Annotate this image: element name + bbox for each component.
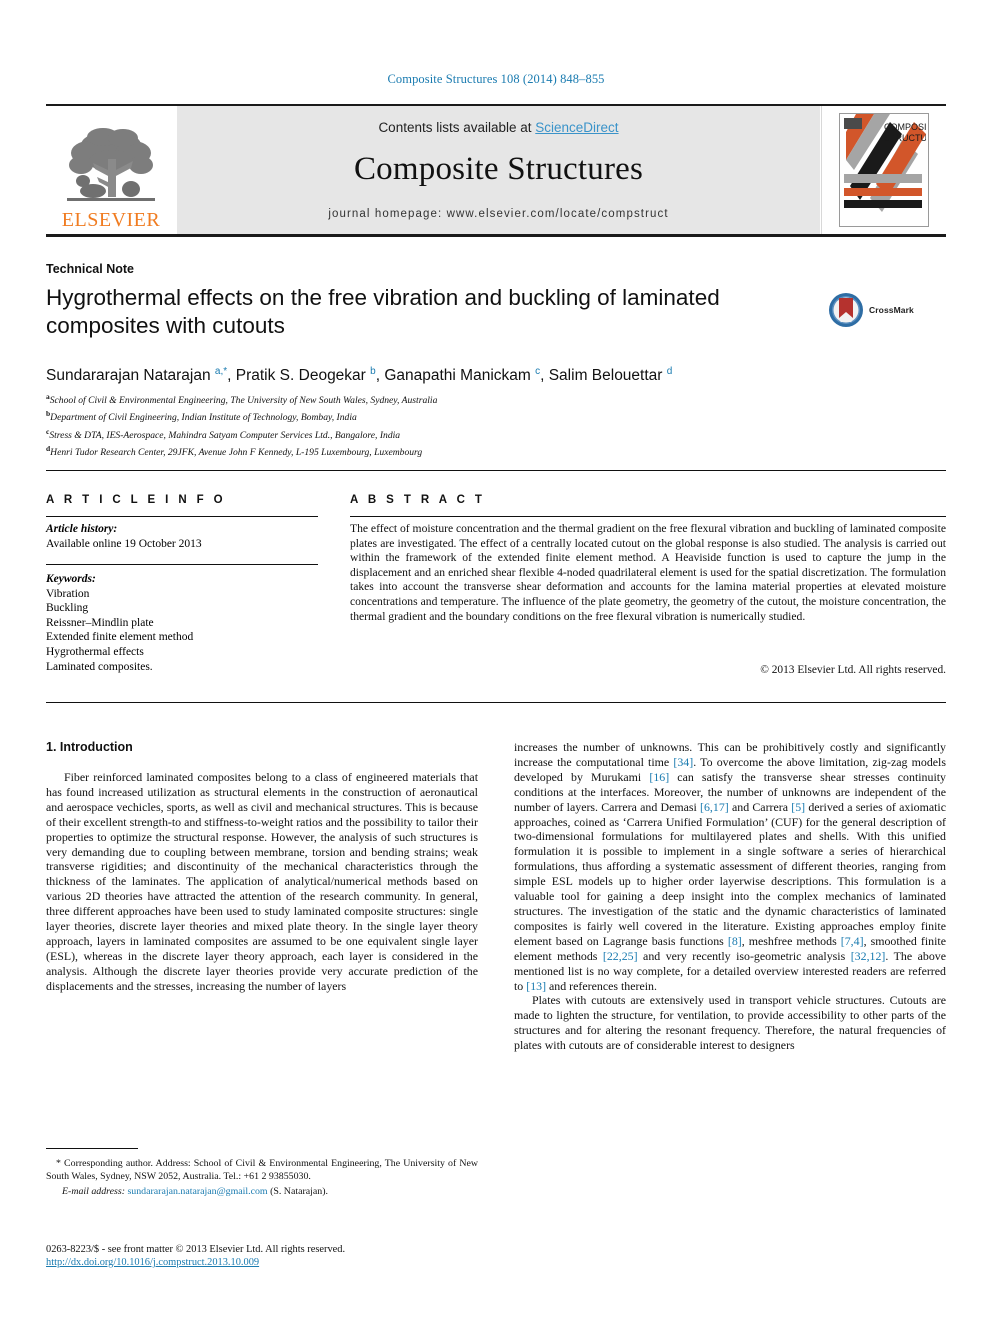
imprint-block: 0263-8223/$ - see front matter © 2013 El…: [46, 1243, 506, 1269]
journal-homepage[interactable]: journal homepage: www.elsevier.com/locat…: [328, 208, 668, 220]
contents-prefix: Contents lists available at: [378, 120, 536, 135]
journal-title: Composite Structures: [353, 151, 644, 187]
body-text-run: and references therein.: [546, 978, 657, 993]
keywords-label: Keywords:: [46, 573, 96, 585]
info-section-top-rule: [46, 470, 946, 471]
keywords-block: Keywords: Vibration Buckling Reissner–Mi…: [46, 572, 326, 674]
elsevier-tree-icon: [67, 128, 155, 201]
article-history: Article history: Available online 19 Oct…: [46, 522, 326, 551]
cover-geometry-icon: COMPOSITE STRUCTURES: [840, 114, 928, 224]
sciencedirect-link[interactable]: ScienceDirect: [535, 120, 618, 135]
affiliation-item: bDepartment of Civil Engineering, Indian…: [46, 407, 926, 424]
email-note: E-mail address: sundararajan.natarajan@g…: [46, 1186, 478, 1199]
body-text-run: and very recently iso-geometric analysis: [637, 948, 851, 963]
crossmark-badge[interactable]: CrossMark: [828, 288, 946, 332]
citation-link[interactable]: [16]: [649, 770, 669, 784]
footnote-block: * Corresponding author. Address: School …: [46, 1158, 478, 1199]
citation-link[interactable]: [8]: [728, 934, 742, 948]
email-label: E-mail address:: [62, 1186, 125, 1198]
abstract-text: The effect of moisture concentration and…: [350, 522, 947, 623]
info-rule-2: [46, 564, 318, 565]
contents-available-line: Contents lists available at ScienceDirec…: [378, 120, 618, 135]
body-text-run: derived a series of axiomatic approaches…: [514, 799, 946, 948]
keyword-item: Buckling: [46, 602, 89, 615]
body-paragraph-with-citations: increases the number of unknowns. This c…: [514, 740, 946, 993]
citation-link[interactable]: [22,25]: [603, 949, 638, 963]
body-paragraph: Fiber reinforced laminated composites be…: [46, 770, 478, 993]
article-info-heading: A R T I C L E I N F O: [46, 494, 227, 506]
doi-link[interactable]: http://dx.doi.org/10.1016/j.compstruct.2…: [46, 1257, 259, 1268]
elsevier-logo: ELSEVIER: [46, 106, 176, 234]
masthead-center: Contents lists available at ScienceDirec…: [176, 106, 821, 234]
affiliation-text: School of Civil & Environmental Engineer…: [49, 395, 438, 407]
author-list: Sundararajan Natarajan a,*, Pratik S. De…: [46, 366, 673, 385]
keyword-item: Extended finite element method: [46, 631, 194, 644]
keyword-item: Vibration: [46, 587, 90, 600]
elsevier-wordmark: ELSEVIER: [61, 209, 161, 231]
copyright-line: © 2013 Elsevier Ltd. All rights reserved…: [760, 664, 946, 676]
abstract-rule: [350, 516, 946, 517]
article-type-label: Technical Note: [46, 262, 134, 276]
article-history-label: Article history:: [46, 523, 118, 535]
citation-link[interactable]: [13]: [526, 979, 546, 993]
crossmark-icon[interactable]: [828, 292, 864, 328]
citation-link[interactable]: [5]: [791, 800, 805, 814]
journal-cover-art: COMPOSITE STRUCTURES: [839, 113, 929, 227]
info-rule-1: [46, 516, 318, 517]
corresponding-author-note: * Corresponding author. Address: School …: [46, 1158, 478, 1182]
affiliation-text: Department of Civil Engineering, Indian …: [50, 412, 357, 424]
body-paragraph: Plates with cutouts are extensively used…: [514, 993, 946, 1053]
affiliation-item: cStress & DTA, IES-Aerospace, Mahindra S…: [46, 425, 926, 442]
email-suffix: (S. Natarajan).: [270, 1186, 328, 1198]
issn-copyright-line: 0263-8223/$ - see front matter © 2013 El…: [46, 1244, 346, 1255]
journal-cover-thumbnail: COMPOSITE STRUCTURES: [821, 106, 946, 234]
body-text-run: and Carrera: [728, 799, 792, 814]
cover-title-line2-text: STRUCTURES: [884, 133, 926, 143]
journal-masthead: ELSEVIER Contents lists available at Sci…: [46, 104, 946, 237]
affiliation-item: aSchool of Civil & Environmental Enginee…: [46, 390, 926, 407]
abstract-heading: A B S T R A C T: [350, 494, 486, 506]
affiliation-item: dHenri Tudor Research Center, 29JFK, Ave…: [46, 442, 926, 459]
affiliation-list: aSchool of Civil & Environmental Enginee…: [46, 390, 926, 460]
body-text-run: , meshfree methods: [741, 933, 841, 948]
email-link[interactable]: sundararajan.natarajan@gmail.com: [127, 1186, 267, 1197]
article-history-value: Available online 19 October 2013: [46, 537, 202, 550]
keyword-item: Laminated composites.: [46, 660, 153, 673]
section-heading-introduction: 1. Introduction: [46, 740, 133, 754]
citation-link[interactable]: [34]: [673, 755, 693, 769]
page-title: Hygrothermal effects on the free vibrati…: [46, 285, 720, 338]
cover-title-line1-text: COMPOSITE: [884, 122, 926, 132]
citation-link[interactable]: [6,17]: [700, 800, 729, 814]
keyword-item: Hygrothermal effects: [46, 645, 144, 658]
footnote-rule: [46, 1148, 138, 1149]
info-section-bottom-rule: [46, 702, 946, 703]
affiliation-text: Henri Tudor Research Center, 29JFK, Aven…: [50, 447, 423, 459]
citation-link[interactable]: [32,12]: [851, 949, 886, 963]
paper-page: Composite Structures 108 (2014) 848–855: [0, 0, 992, 1323]
body-column-right: increases the number of unknowns. This c…: [514, 740, 946, 1053]
citation-link[interactable]: [7,4]: [841, 934, 864, 948]
body-column-left: 1. Introduction Fiber reinforced laminat…: [46, 740, 478, 994]
crossmark-label: CrossMark: [869, 305, 914, 315]
affiliation-text: Stress & DTA, IES-Aerospace, Mahindra Sa…: [49, 429, 401, 441]
running-head: Composite Structures 108 (2014) 848–855: [387, 72, 605, 86]
keyword-item: Reissner–Mindlin plate: [46, 616, 154, 629]
